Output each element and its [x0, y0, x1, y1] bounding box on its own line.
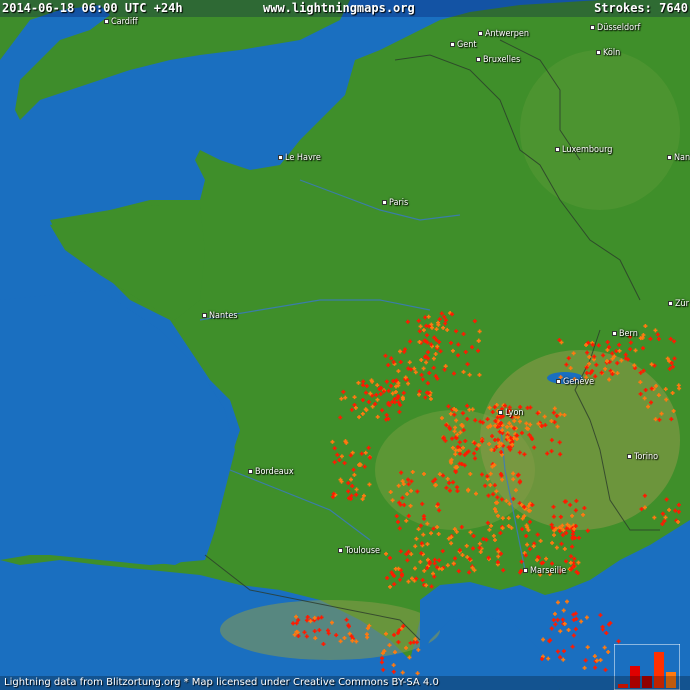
city-bern: Bern [612, 329, 638, 339]
city-gent: Gent [450, 40, 477, 50]
city-bordeaux: Bordeaux [248, 467, 294, 477]
city-dot [596, 50, 601, 55]
city-dot [248, 469, 253, 474]
city-dot [278, 155, 283, 160]
city-label: Düsseldorf [597, 23, 641, 33]
city-dot [555, 147, 560, 152]
city-dot [668, 301, 673, 306]
city-label: Bern [619, 329, 638, 339]
city-dot [612, 331, 617, 336]
city-marseille: Marseille [523, 566, 566, 576]
city-torino: Torino [627, 452, 658, 462]
city-label: Marseille [530, 566, 567, 576]
city-label: Torino [634, 452, 659, 462]
city-dot [382, 200, 387, 205]
city-geneve: Genève [556, 377, 594, 387]
city-dusseldorf: Düsseldorf [590, 23, 640, 33]
city-label: Bruxelles [483, 55, 521, 65]
city-label: Paris [389, 198, 409, 208]
city-luxembourg: Luxembourg [555, 145, 612, 155]
city-koln: Köln [596, 48, 620, 58]
map-canvas [0, 0, 690, 690]
city-bruxelles: Bruxelles [476, 55, 520, 65]
city-label: Bordeaux [255, 467, 294, 477]
credits-footer: Lightning data from Blitzortung.org * Ma… [0, 676, 690, 690]
site-link[interactable]: www.lightningmaps.org [263, 0, 415, 17]
city-dot [498, 410, 503, 415]
city-label: Nantes [209, 311, 238, 321]
city-dot [476, 57, 481, 62]
city-label: Nanc [674, 153, 690, 163]
ardennes [520, 50, 680, 210]
city-dot [667, 155, 672, 160]
city-lyon: Lyon [498, 408, 524, 418]
city-label: Zür [675, 299, 690, 309]
city-le-havre: Le Havre [278, 153, 321, 163]
city-label: Luxembourg [562, 145, 613, 155]
city-dot [627, 454, 632, 459]
city-label: Antwerpen [485, 29, 530, 39]
city-dot [338, 548, 343, 553]
city-label: Lyon [505, 408, 524, 418]
city-cardiff: Cardiff [104, 17, 138, 27]
city-label: Köln [603, 48, 621, 58]
pyrenees [220, 600, 440, 660]
city-zurich: Zür [668, 299, 689, 309]
city-antwerpen: Antwerpen [478, 29, 529, 39]
city-label: Cardiff [111, 17, 138, 27]
city-dot [590, 25, 595, 30]
city-dot [450, 42, 455, 47]
city-nancy: Nanc [667, 153, 690, 163]
city-toulouse: Toulouse [338, 546, 380, 556]
city-dot [202, 313, 207, 318]
city-dot [478, 31, 483, 36]
strokes-count: Strokes: 7640 [594, 1, 688, 15]
timestamp-label: 2014-06-18 06:00 UTC +24h [2, 1, 183, 15]
city-nantes: Nantes [202, 311, 238, 321]
city-label: Toulouse [345, 546, 381, 556]
city-dot [104, 19, 109, 24]
city-paris: Paris [382, 198, 408, 208]
city-label: Le Havre [285, 153, 321, 163]
city-label: Genève [563, 377, 595, 387]
city-dot [556, 379, 561, 384]
city-dot [523, 568, 528, 573]
city-label: Gent [457, 40, 477, 50]
lightning-map[interactable]: 2014-06-18 06:00 UTC +24h www.lightningm… [0, 0, 690, 690]
